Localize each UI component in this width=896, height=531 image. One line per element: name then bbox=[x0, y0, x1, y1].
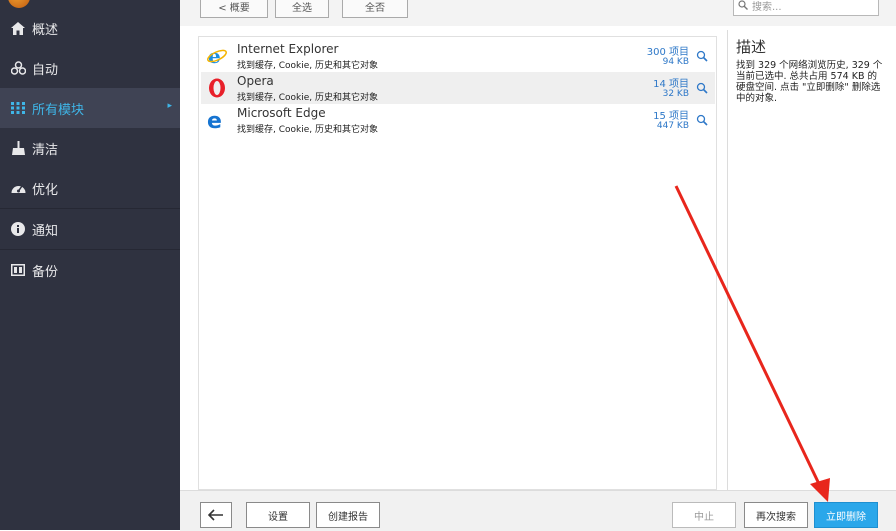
list-item[interactable]: Opera 找到缓存, Cookie, 历史和其它对象 14 项目 32 KB bbox=[201, 72, 715, 104]
broom-icon bbox=[8, 140, 28, 156]
magnifier-icon[interactable] bbox=[696, 50, 708, 62]
search-input[interactable]: 搜索... bbox=[733, 0, 879, 16]
browser-description: 找到缓存, Cookie, 历史和其它对象 bbox=[237, 61, 378, 71]
arrow-left-icon bbox=[208, 509, 223, 521]
sidebar-item-overview[interactable]: 概述 bbox=[0, 8, 180, 48]
item-size: 447 KB bbox=[656, 121, 689, 131]
delete-now-button[interactable]: 立即删除 bbox=[814, 502, 878, 528]
bottom-bar: 设置 创建报告 中止 再次搜索 立即删除 bbox=[180, 490, 896, 531]
description-panel: 描述 找到 329 个网络浏览历史, 329 个当前已选中. 总共占用 574 … bbox=[727, 30, 890, 490]
backup-icon bbox=[8, 262, 28, 278]
create-report-button[interactable]: 创建报告 bbox=[316, 502, 380, 528]
microsoft-edge-icon: e bbox=[207, 109, 227, 134]
stop-button[interactable]: 中止 bbox=[672, 502, 736, 528]
magnifier-icon[interactable] bbox=[696, 114, 708, 126]
item-count: 300 项目 bbox=[646, 47, 689, 58]
auto-icon bbox=[8, 60, 28, 76]
sidebar-item-all-modules[interactable]: 所有模块 ▸ bbox=[0, 88, 180, 128]
sidebar-item-label: 优化 bbox=[32, 182, 59, 198]
list-item[interactable]: e Microsoft Edge 找到缓存, Cookie, 历史和其它对象 1… bbox=[201, 104, 715, 136]
internet-explorer-icon: e bbox=[207, 44, 227, 68]
opera-icon bbox=[207, 78, 227, 98]
sidebar-item-label: 备份 bbox=[32, 264, 59, 280]
search-placeholder: 搜索... bbox=[752, 1, 782, 13]
chevron-right-icon: ▸ bbox=[167, 101, 172, 111]
browser-description: 找到缓存, Cookie, 历史和其它对象 bbox=[237, 125, 378, 135]
browser-name: Opera bbox=[237, 74, 274, 88]
sidebar-nav: 概述 自动 所有模块 ▸ 清洁 优化 通知 备份 bbox=[0, 8, 180, 290]
sidebar-item-label: 自动 bbox=[32, 62, 59, 78]
item-count: 14 项目 bbox=[653, 79, 689, 90]
description-text: 找到 329 个网络浏览历史, 329 个当前已选中. 总共占用 574 KB … bbox=[736, 60, 883, 104]
sidebar-item-clean[interactable]: 清洁 bbox=[0, 128, 180, 168]
sidebar-item-label: 通知 bbox=[32, 223, 59, 239]
search-icon bbox=[738, 0, 748, 10]
sidebar-item-notifications[interactable]: 通知 bbox=[0, 209, 180, 249]
select-none-button[interactable]: 全否 bbox=[342, 0, 408, 18]
logo-icon bbox=[8, 0, 30, 8]
sidebar-item-label: 清洁 bbox=[32, 142, 59, 158]
item-size: 32 KB bbox=[662, 89, 689, 99]
svg-text:e: e bbox=[207, 110, 222, 130]
list-item[interactable]: e Internet Explorer 找到缓存, Cookie, 历史和其它对… bbox=[201, 40, 715, 72]
magnifier-icon[interactable] bbox=[696, 82, 708, 94]
browser-description: 找到缓存, Cookie, 历史和其它对象 bbox=[237, 93, 378, 103]
select-all-button[interactable]: 全选 bbox=[275, 0, 329, 18]
browser-name: Internet Explorer bbox=[237, 42, 339, 56]
speedometer-icon bbox=[8, 180, 28, 196]
home-icon bbox=[8, 20, 28, 36]
rescan-button[interactable]: 再次搜索 bbox=[744, 502, 808, 528]
item-count: 15 项目 bbox=[653, 111, 689, 122]
sidebar-item-backup[interactable]: 备份 bbox=[0, 250, 180, 290]
sidebar: 概述 自动 所有模块 ▸ 清洁 优化 通知 备份 bbox=[0, 0, 180, 530]
sidebar-item-optimize[interactable]: 优化 bbox=[0, 168, 180, 208]
sidebar-item-auto[interactable]: 自动 bbox=[0, 48, 180, 88]
settings-button[interactable]: 设置 bbox=[246, 502, 310, 528]
sidebar-item-label: 所有模块 bbox=[32, 102, 85, 118]
sidebar-item-label: 概述 bbox=[32, 22, 59, 38]
grid-icon bbox=[8, 100, 28, 116]
info-icon bbox=[8, 221, 28, 237]
item-size: 94 KB bbox=[662, 57, 689, 67]
browser-list: e Internet Explorer 找到缓存, Cookie, 历史和其它对… bbox=[198, 36, 717, 490]
browser-name: Microsoft Edge bbox=[237, 106, 326, 120]
back-button[interactable] bbox=[200, 502, 232, 528]
description-title: 描述 bbox=[736, 38, 767, 56]
back-to-summary-button[interactable]: < 概要 bbox=[200, 0, 268, 18]
